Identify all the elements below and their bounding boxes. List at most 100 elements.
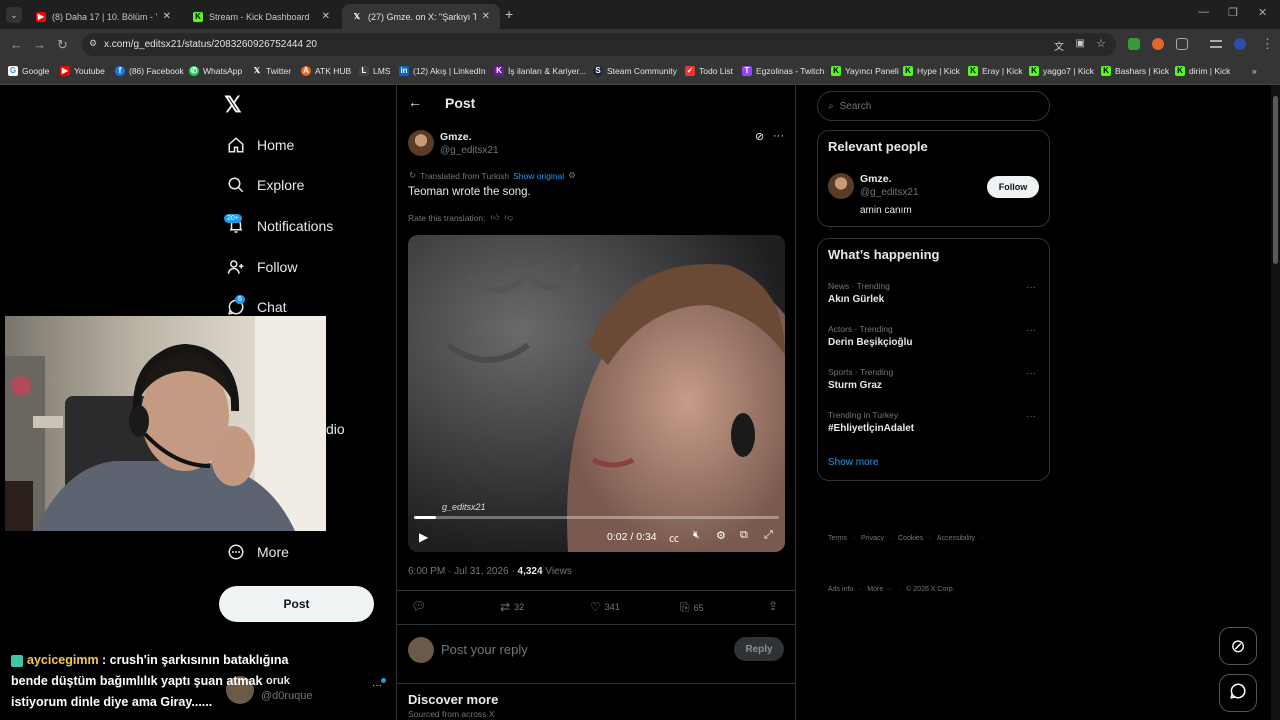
- reply-icon[interactable]: 💬︎: [411, 599, 426, 613]
- thumbs-down-icon[interactable]: 👎︎: [504, 212, 513, 223]
- bookmark-facebook[interactable]: f (86) Facebook: [115, 66, 184, 76]
- bookmark-whatsapp[interactable]: ✆ WhatsApp: [189, 66, 242, 76]
- close-icon[interactable]: ✕: [482, 11, 490, 22]
- reading-list-icon[interactable]: [1210, 40, 1222, 48]
- nav-notifications[interactable]: Notifications: [227, 217, 333, 235]
- bookmark-kariyer[interactable]: K İş ilanları & Kariyer...: [494, 66, 586, 76]
- window-close-button[interactable]: ✕: [1258, 6, 1267, 19]
- bookmark-atk-hub[interactable]: A ATK HUB: [301, 66, 351, 76]
- trend-item[interactable]: Trending in Turkey #EhliyetİçinAdalet: [828, 410, 914, 434]
- tab-search-dropdown[interactable]: ⌄: [6, 7, 22, 23]
- trend-more-icon[interactable]: ···: [1026, 282, 1036, 293]
- translate-icon[interactable]: 文: [1054, 38, 1064, 53]
- video-player[interactable]: g_editsx21 ▶ 0:02 / 0:34 ㏄ 🔇︎ ⚙ ⧉ ⤢: [408, 235, 785, 552]
- bookmarks-overflow-icon[interactable]: »: [1252, 66, 1257, 76]
- pip-icon[interactable]: ⧉: [740, 529, 748, 542]
- bookmark-linkedin[interactable]: in (12) Akış | LinkedIn: [399, 66, 486, 76]
- tab-youtube[interactable]: ▶ (8) Daha 17 | 10. Bölüm - YouTube ✕: [26, 4, 181, 29]
- tab-kick-dashboard[interactable]: K Stream - Kick Dashboard ✕: [183, 4, 340, 29]
- tab-x-post[interactable]: 𝕏 (27) Gmze. on X: "Şarkıyı Teoman ✕: [342, 4, 500, 29]
- reply-button[interactable]: Reply: [734, 637, 784, 661]
- nav-home[interactable]: Home: [227, 136, 294, 154]
- grok-button[interactable]: ⊘: [1219, 627, 1257, 665]
- follow-button[interactable]: Follow: [987, 176, 1039, 198]
- bookmark-button[interactable]: ⎘ 65: [680, 600, 704, 615]
- bookmark-google[interactable]: G Google: [8, 66, 49, 76]
- bookmark-yaggo7-kick[interactable]: Kyaggo7 | Kick: [1029, 66, 1094, 76]
- trend-more-icon[interactable]: ···: [1026, 411, 1036, 422]
- bookmark-steam[interactable]: S Steam Community: [593, 66, 677, 76]
- messages-button[interactable]: [1219, 674, 1257, 712]
- trend-more-icon[interactable]: ···: [1026, 325, 1036, 336]
- video-settings-icon[interactable]: ⚙: [716, 529, 726, 542]
- mute-icon[interactable]: 🔇︎: [693, 529, 700, 542]
- bookmark-yayinci-paneli[interactable]: K Yayıncı Paneli: [831, 66, 899, 76]
- bookmark-twitter[interactable]: 𝕏 Twitter: [252, 66, 291, 76]
- footer-line[interactable]: Ads info · More ··· · © 2026 X Corp.: [828, 581, 983, 598]
- retweet-button[interactable]: ⇄ 32: [500, 600, 524, 614]
- extension-green-icon[interactable]: [1128, 38, 1140, 50]
- scrollbar-thumb[interactable]: [1273, 96, 1278, 264]
- bookmark-twitch[interactable]: T Egzolinas - Twitch: [742, 66, 824, 76]
- nav-more[interactable]: More: [227, 543, 289, 561]
- bookmark-lms[interactable]: L LMS: [359, 66, 390, 76]
- post-timestamp[interactable]: 6:00 PM · Jul 31, 2026 ·: [408, 566, 518, 577]
- fullscreen-icon[interactable]: ⤢: [764, 529, 773, 542]
- share-icon[interactable]: ⇪: [768, 599, 778, 613]
- post-more-icon[interactable]: ···: [773, 130, 784, 142]
- show-original-link[interactable]: Show original: [513, 171, 564, 181]
- minimize-button[interactable]: —: [1198, 6, 1209, 18]
- reload-button[interactable]: ↻: [57, 37, 68, 53]
- cast-icon[interactable]: ▣: [1076, 38, 1085, 49]
- post-button[interactable]: Post: [219, 586, 374, 622]
- url-bar[interactable]: ⚙ x.com/g_editsx21/status/20832609267524…: [82, 33, 1116, 56]
- nav-follow[interactable]: Follow: [227, 258, 297, 276]
- new-tab-button[interactable]: +: [505, 6, 513, 22]
- person-handle[interactable]: @g_editsx21: [860, 187, 919, 198]
- author-name[interactable]: Gmze.: [440, 131, 472, 143]
- views-count: 4,324: [517, 566, 543, 577]
- views-label: Views: [542, 566, 572, 577]
- browser-menu-icon[interactable]: ⋮: [1261, 36, 1274, 52]
- show-more-link[interactable]: Show more: [828, 457, 879, 468]
- trend-more-icon[interactable]: ···: [1026, 368, 1036, 379]
- trend-item[interactable]: Actors · Trending Derin Beşikçioğlu: [828, 324, 912, 348]
- back-arrow-icon[interactable]: ←: [408, 94, 422, 110]
- back-button[interactable]: ←: [10, 37, 23, 52]
- x-logo[interactable]: 𝕏: [224, 92, 242, 118]
- forward-button[interactable]: →: [33, 37, 46, 52]
- site-info-icon[interactable]: ⚙: [89, 38, 97, 49]
- nav-explore[interactable]: Explore: [227, 176, 304, 194]
- thumbs-up-icon[interactable]: 👍︎: [490, 212, 499, 223]
- author-avatar[interactable]: [408, 130, 434, 156]
- grok-icon[interactable]: ⊘: [755, 130, 764, 143]
- restore-button[interactable]: ❐: [1228, 6, 1238, 19]
- search-input[interactable]: ⌕ Search: [817, 91, 1050, 121]
- like-button[interactable]: ♡ 341: [590, 600, 620, 614]
- captions-icon[interactable]: ㏄: [669, 530, 679, 545]
- bookmark-todo[interactable]: ✓ Todo List: [685, 66, 733, 76]
- video-progress-track[interactable]: [414, 516, 779, 519]
- bookmark-dirim-kick[interactable]: Kdirim | Kick: [1175, 66, 1230, 76]
- bookmark-hype-kick[interactable]: K Hype | Kick: [903, 66, 960, 76]
- trend-item[interactable]: News · Trending Akın Gürlek: [828, 281, 890, 305]
- close-icon[interactable]: ✕: [163, 11, 171, 22]
- extensions-puzzle-icon[interactable]: [1176, 38, 1188, 50]
- play-icon[interactable]: ▶: [419, 530, 428, 544]
- reply-input[interactable]: Post your reply: [441, 642, 528, 657]
- person-avatar[interactable]: [828, 173, 854, 199]
- bookmark-eray-kick[interactable]: K Eray | Kick: [968, 66, 1022, 76]
- footer-line[interactable]: Terms · Privacy · Cookies · Accessibilit…: [828, 530, 983, 547]
- trend-item[interactable]: Sports · Trending Sturm Graz: [828, 367, 893, 391]
- bookmark-youtube[interactable]: ▶ Youtube: [60, 66, 105, 76]
- trend-meta: Trending in Turkey: [828, 410, 899, 420]
- bookmark-star-icon[interactable]: ☆: [1096, 37, 1106, 50]
- close-icon[interactable]: ✕: [322, 11, 330, 22]
- profile-avatar[interactable]: [1234, 38, 1246, 50]
- browser-tab-bar: ⌄ ▶ (8) Daha 17 | 10. Bölüm - YouTube ✕ …: [0, 0, 1280, 29]
- extension-orange-icon[interactable]: [1152, 38, 1164, 50]
- bookmark-bashars-kick[interactable]: K Bashars | Kick: [1101, 66, 1169, 76]
- person-name[interactable]: Gmze.: [860, 173, 892, 185]
- settings-icon[interactable]: ⚙: [568, 170, 576, 181]
- author-handle[interactable]: @g_editsx21: [440, 145, 499, 156]
